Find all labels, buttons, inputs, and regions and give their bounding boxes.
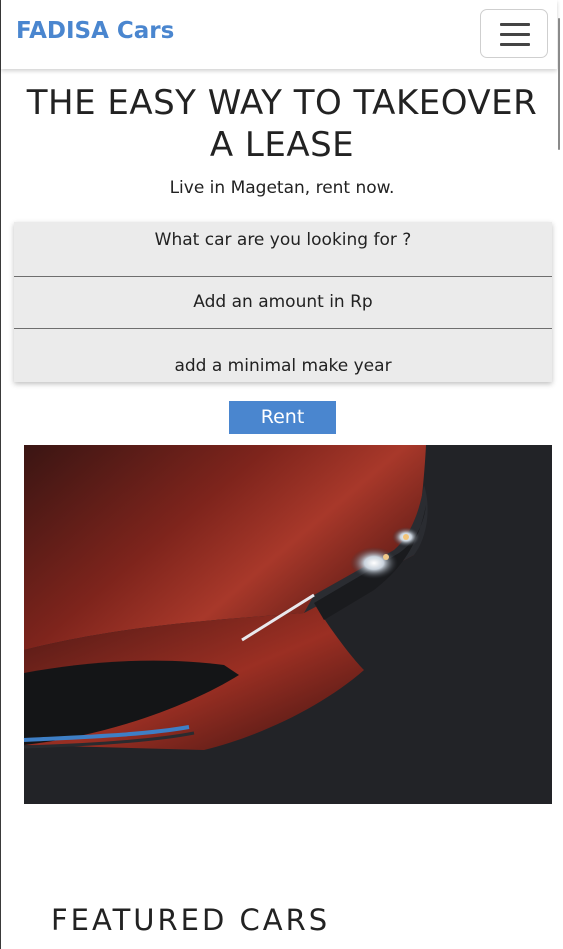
car-search-input[interactable]: What car are you looking for ? [14,230,552,250]
search-form: What car are you looking for ? Add an am… [14,222,552,382]
amount-input[interactable]: Add an amount in Rp [14,292,552,312]
rent-button[interactable]: Rent [229,401,336,434]
scrollbar-thumb[interactable] [558,18,560,150]
window-left-border [0,0,1,949]
make-year-input[interactable]: add a minimal make year [14,356,552,376]
form-divider [14,276,552,277]
featured-cars-heading: FEATURED CARS [51,903,331,937]
brand-link[interactable]: FADISA Cars [16,18,174,44]
navbar-toggler-button[interactable] [480,9,548,58]
navbar: FADISA Cars [1,0,557,69]
hero-subtitle: Live in Magetan, rent now. [169,178,395,198]
hero-car-image [14,445,552,804]
form-divider [14,328,552,329]
hero-title: THE EASY WAY TO TAKEOVER A LEASE [26,83,538,165]
